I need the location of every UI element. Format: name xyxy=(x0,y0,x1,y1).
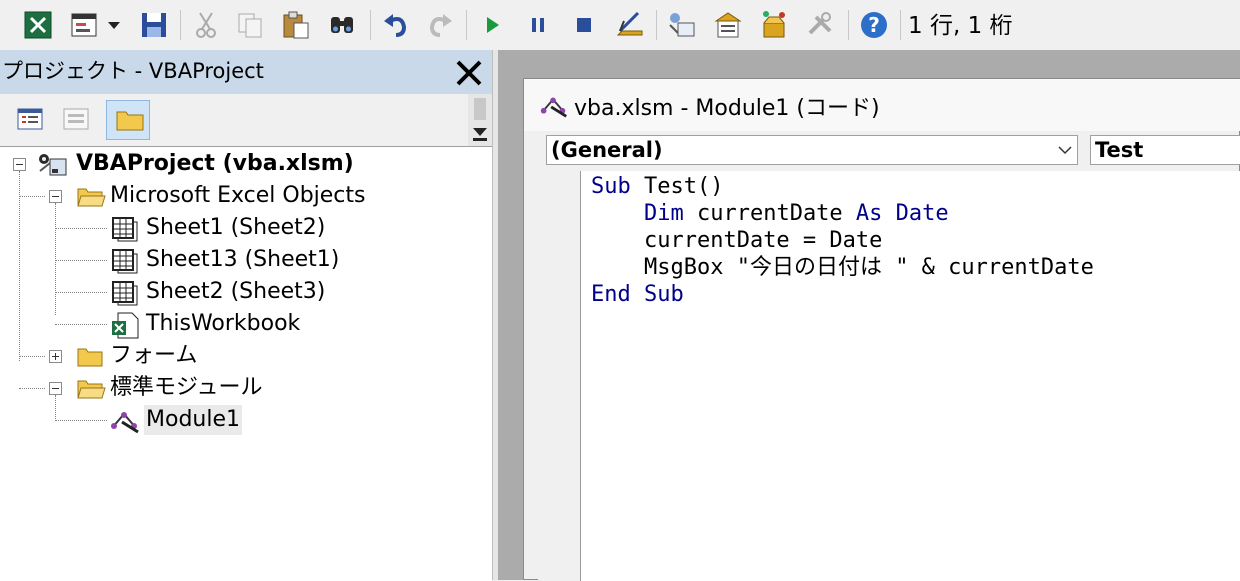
collapse-toggle[interactable] xyxy=(49,382,62,395)
workbook-icon xyxy=(112,312,139,339)
tree-item-thisworkbook[interactable]: ThisWorkbook xyxy=(108,309,308,339)
tree-item-sheet[interactable]: Sheet1 (Sheet2) xyxy=(108,213,348,243)
module-icon xyxy=(540,97,567,118)
svg-text:?: ? xyxy=(868,13,880,37)
tree-item-label: Sheet1 (Sheet2) xyxy=(146,215,326,240)
folder-icon xyxy=(77,348,103,367)
code-line[interactable]: Sub Test() xyxy=(591,173,723,200)
project-panel-title: プロジェクト - VBAProject xyxy=(2,59,264,83)
project-panel-toolbar xyxy=(0,94,492,146)
tree-folder-excel-objects[interactable]: Microsoft Excel Objects xyxy=(72,181,392,211)
copy-icon[interactable] xyxy=(234,9,266,41)
code-window: vba.xlsm - Module1 (コード) (General) Test … xyxy=(523,78,1240,581)
module-icon xyxy=(111,412,139,434)
tree-item-label: ThisWorkbook xyxy=(146,311,301,336)
project-tree: VBAProject (vba.xlsm) Microsoft Excel Ob… xyxy=(0,146,492,581)
code-line[interactable]: currentDate = Date xyxy=(591,227,882,254)
tree-folder-modules[interactable]: 標準モジュール xyxy=(72,373,292,403)
reset-icon[interactable] xyxy=(568,9,600,41)
open-folder-icon xyxy=(77,188,106,207)
worksheet-icon xyxy=(112,249,138,274)
procedure-dropdown[interactable]: Test xyxy=(1090,135,1240,165)
chevron-down-icon xyxy=(1058,146,1072,155)
object-browser-icon[interactable] xyxy=(758,9,790,41)
project-explorer-panel: プロジェクト - VBAProject VBAProject (vba.xlsm… xyxy=(0,50,492,581)
tree-item-sheet[interactable]: Sheet2 (Sheet3) xyxy=(108,277,348,307)
undo-icon[interactable] xyxy=(380,9,412,41)
view-object-icon xyxy=(63,108,89,130)
run-icon[interactable] xyxy=(476,9,508,41)
redo-icon[interactable] xyxy=(424,9,456,41)
standard-toolbar: ? 1 行, 1 桁 xyxy=(0,0,1240,50)
save-icon[interactable] xyxy=(138,9,170,41)
worksheet-icon xyxy=(112,217,138,242)
tree-item-sheet[interactable]: Sheet13 (Sheet1) xyxy=(108,245,358,275)
tree-root-label: VBAProject (vba.xlsm) xyxy=(76,151,354,176)
tree-item-label: Sheet2 (Sheet3) xyxy=(146,279,326,304)
code-editor[interactable]: Sub Test() Dim currentDate As Date curre… xyxy=(581,171,1240,581)
tree-folder-forms[interactable]: フォーム xyxy=(72,341,232,371)
panel-scrollbar[interactable] xyxy=(468,94,492,146)
find-icon[interactable] xyxy=(326,9,358,41)
design-mode-icon[interactable] xyxy=(614,9,646,41)
object-dropdown[interactable]: (General) xyxy=(546,135,1078,165)
tree-folder-label: Microsoft Excel Objects xyxy=(110,183,366,208)
view-code-button[interactable] xyxy=(8,100,52,140)
worksheet-icon xyxy=(112,281,138,306)
procedure-dropdown-value: Test xyxy=(1095,138,1144,162)
insert-userform-icon[interactable] xyxy=(68,9,100,41)
project-panel-titlebar[interactable]: プロジェクト - VBAProject xyxy=(0,50,492,94)
tree-folder-label: 標準モジュール xyxy=(110,375,263,400)
code-line[interactable]: End Sub xyxy=(591,281,684,308)
toggle-folders-button[interactable] xyxy=(106,100,150,140)
close-icon[interactable] xyxy=(450,54,488,92)
collapse-toggle[interactable] xyxy=(13,158,26,171)
vba-project-icon xyxy=(39,154,67,176)
code-window-titlebar[interactable]: vba.xlsm - Module1 (コード) xyxy=(524,79,1240,131)
tree-item-label: Sheet13 (Sheet1) xyxy=(146,247,340,272)
toolbox-icon[interactable] xyxy=(804,9,836,41)
paste-icon[interactable] xyxy=(280,9,312,41)
tree-item-label: Module1 xyxy=(144,405,242,435)
folder-icon xyxy=(116,111,144,131)
dropdown-arrow-icon[interactable] xyxy=(104,9,124,41)
code-margin-indicator-bar[interactable] xyxy=(538,171,581,581)
cut-icon[interactable] xyxy=(190,9,222,41)
expand-toggle[interactable] xyxy=(49,350,62,363)
project-explorer-icon[interactable] xyxy=(666,9,698,41)
code-line[interactable]: MsgBox "今日の日付は " & currentDate xyxy=(591,254,1094,281)
break-icon[interactable] xyxy=(522,9,554,41)
excel-view-icon[interactable] xyxy=(22,9,54,41)
view-code-icon xyxy=(17,108,43,130)
help-icon[interactable]: ? xyxy=(858,9,890,41)
tree-root-vbaproject[interactable]: VBAProject (vba.xlsm) xyxy=(36,149,366,179)
collapse-toggle[interactable] xyxy=(49,190,62,203)
open-folder-icon xyxy=(77,380,106,399)
tree-item-module1[interactable]: Module1 xyxy=(108,405,308,435)
code-window-title: vba.xlsm - Module1 (コード) xyxy=(574,96,880,121)
properties-icon[interactable] xyxy=(712,9,744,41)
code-line[interactable]: Dim currentDate As Date xyxy=(591,200,949,227)
tree-folder-label: フォーム xyxy=(110,343,198,368)
view-object-button[interactable] xyxy=(54,100,98,140)
object-dropdown-value: (General) xyxy=(551,138,663,162)
cursor-position-readout: 1 行, 1 桁 xyxy=(908,13,1013,39)
